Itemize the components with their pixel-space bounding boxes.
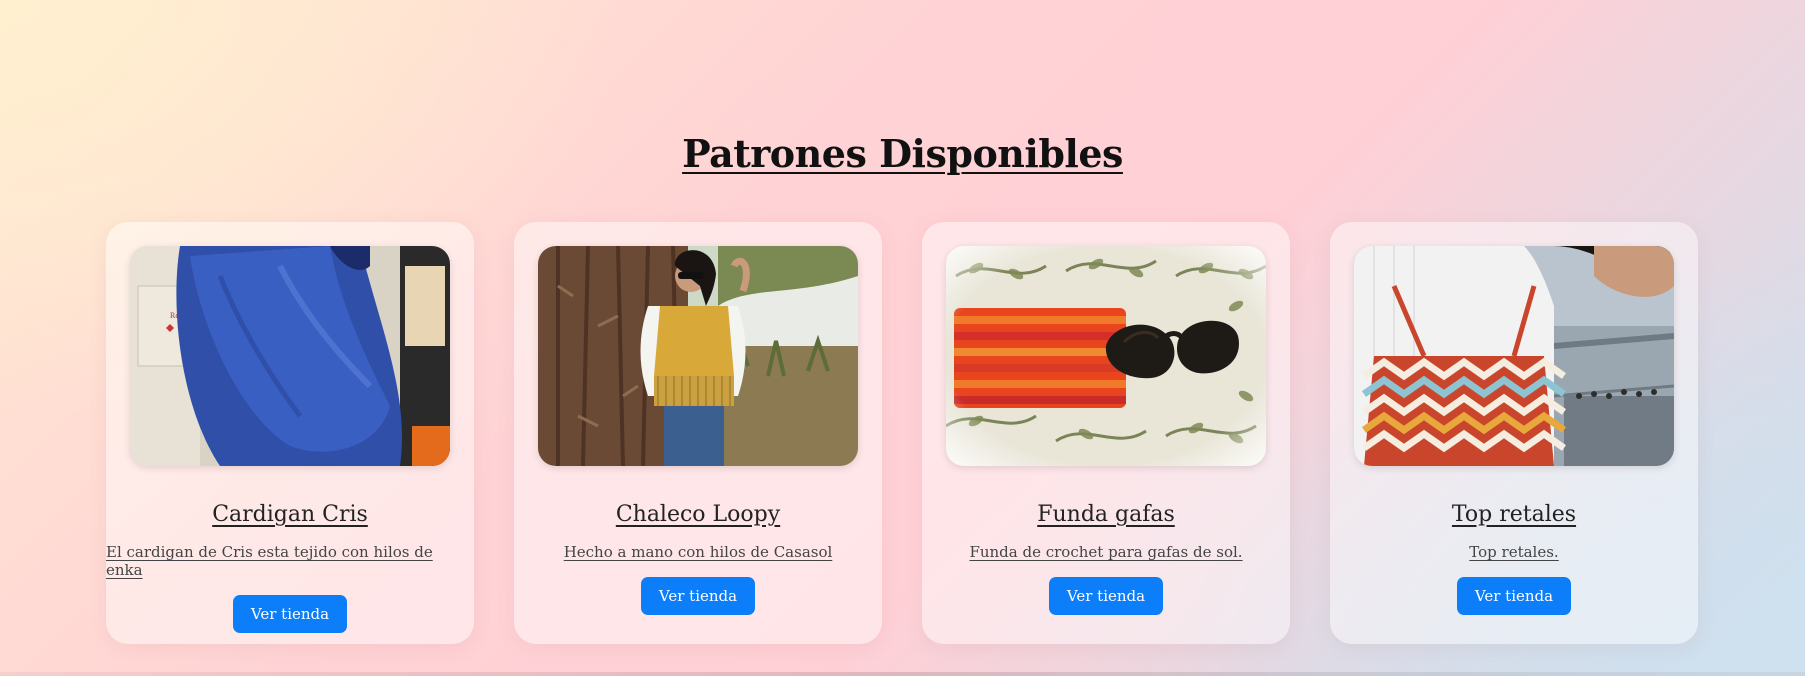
ver-tienda-button[interactable]: Ver tienda [1456,577,1572,615]
card-description[interactable]: El cardigan de Cris esta tejido con hilo… [106,543,474,579]
page-bottom-edge [0,672,1805,676]
pattern-card-chaleco-loopy: Chaleco Loopy Hecho a mano con hilos de … [514,222,882,644]
ver-tienda-button[interactable]: Ver tienda [640,577,756,615]
page-title: Patrones Disponibles [682,131,1123,176]
glasses-case-image[interactable] [946,246,1266,466]
pattern-card-cardigan-cris: Rer Cardigan Cris El cardigan de Cris es… [106,222,474,644]
card-title[interactable]: Funda gafas [1037,502,1175,527]
blue-cardigan-photo: Rer [130,246,450,466]
vest-image[interactable] [538,246,858,466]
ver-tienda-button[interactable]: Ver tienda [1048,577,1164,615]
ver-tienda-button[interactable]: Ver tienda [232,595,348,633]
card-title[interactable]: Chaleco Loopy [616,502,780,527]
card-description[interactable]: Funda de crochet para gafas de sol. [969,543,1242,561]
glasses-case-photo [946,246,1266,466]
card-title[interactable]: Cardigan Cris [212,502,368,527]
pattern-card-funda-gafas: Funda gafas Funda de crochet para gafas … [922,222,1290,644]
card-description[interactable]: Hecho a mano con hilos de Casasol [564,543,833,561]
yellow-vest-photo [538,246,858,466]
card-description[interactable]: Top retales. [1469,543,1558,561]
pattern-card-list: Rer Cardigan Cris El cardigan de Cris es… [106,222,1698,644]
pattern-card-top-retales: Top retales Top retales. Ver tienda [1330,222,1698,644]
zigzag-top-photo [1354,246,1674,466]
card-title[interactable]: Top retales [1452,502,1576,527]
zigzag-top-image[interactable] [1354,246,1674,466]
cardigan-image[interactable]: Rer [130,246,450,466]
